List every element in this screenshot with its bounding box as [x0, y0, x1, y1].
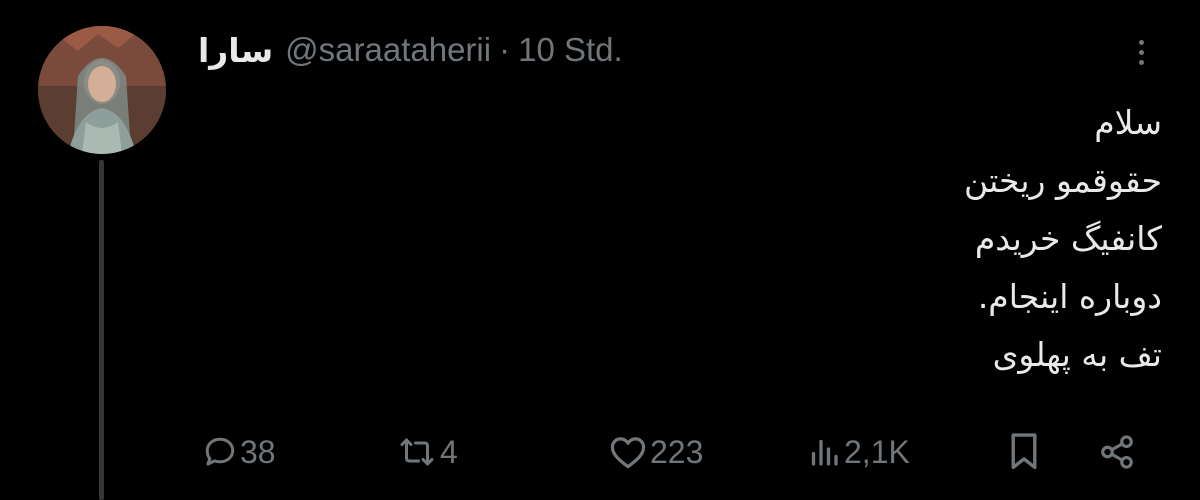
tweet-text-line: سلام — [1094, 103, 1162, 142]
views-count: 2,1K — [844, 433, 910, 470]
thread-line — [99, 160, 104, 500]
timestamp[interactable]: 10 Std. — [518, 31, 623, 69]
repost-button[interactable]: 4 — [396, 428, 458, 476]
repost-count: 4 — [440, 433, 458, 470]
tweet-text-line: کانفیگ خریدم — [974, 219, 1162, 258]
like-count: 223 — [650, 433, 704, 470]
tweet-text: سلام حقوقمو ریختن کانفیگ خریدم دوباره ای… — [362, 94, 1162, 384]
user-handle[interactable]: @saraataherii — [285, 31, 491, 69]
tweet-text-line: دوباره اینجام. — [977, 277, 1162, 316]
action-bar: 38 4 223 2,1K — [198, 428, 1162, 476]
reply-bubble-icon — [202, 434, 238, 470]
header-separator: · — [499, 31, 511, 68]
bookmark-button[interactable] — [1008, 428, 1040, 476]
repost-arrows-icon — [396, 434, 438, 470]
views-button[interactable]: 2,1K — [806, 428, 910, 476]
avatar[interactable] — [38, 26, 166, 154]
bookmark-icon — [1008, 432, 1040, 472]
tweet-text-line: حقوقمو ریختن — [963, 161, 1162, 200]
share-button[interactable] — [1098, 428, 1136, 476]
reply-button[interactable]: 38 — [202, 428, 276, 476]
more-dots-icon[interactable] — [1124, 30, 1158, 74]
like-button[interactable]: 223 — [608, 428, 703, 476]
display-name[interactable]: سارا — [198, 31, 273, 70]
tweet[interactable]: سارا @saraataherii · 10 Std. سلام حقوقمو… — [0, 0, 1200, 500]
share-icon — [1098, 433, 1136, 471]
reply-count: 38 — [240, 433, 276, 470]
tweet-text-line: تف به پهلوی — [992, 335, 1162, 374]
tweet-header: سارا @saraataherii · 10 Std. — [198, 26, 623, 74]
bar-chart-icon — [806, 434, 842, 470]
heart-icon — [608, 434, 648, 470]
